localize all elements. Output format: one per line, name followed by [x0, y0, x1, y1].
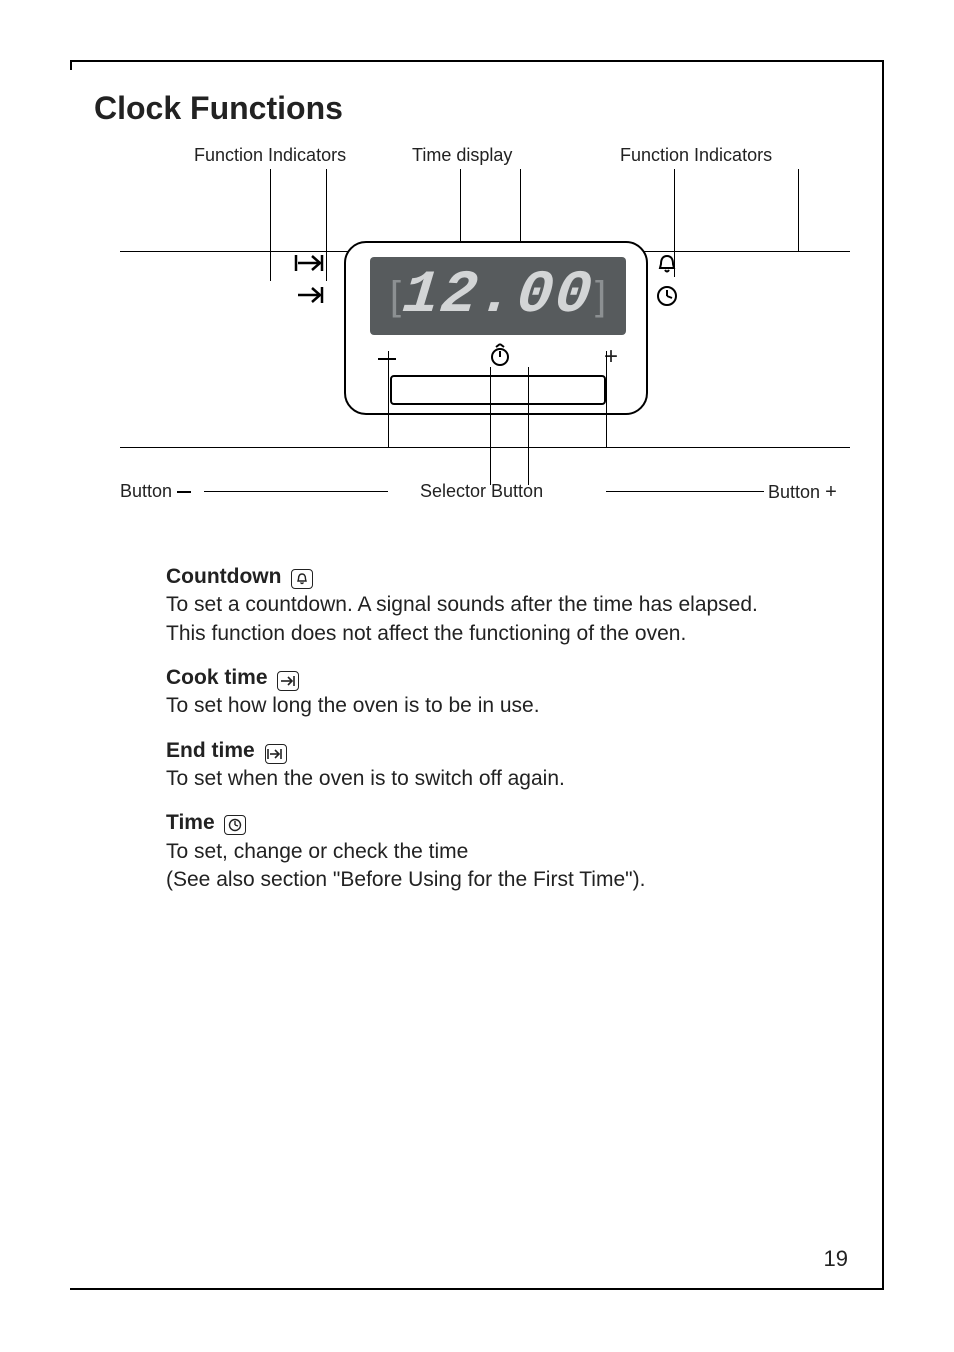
- clock-diagram: Function Indicators Time display Functio…: [120, 145, 850, 545]
- panel-button-row: +: [370, 343, 626, 371]
- label-function-indicators-left: Function Indicators: [194, 145, 346, 166]
- functions-description: Countdown To set a countdown. A signal s…: [166, 563, 856, 894]
- label-time-display: Time display: [412, 145, 512, 166]
- leader-line: [606, 351, 607, 447]
- bell-icon: [656, 253, 678, 281]
- time-heading: Time: [166, 811, 215, 834]
- time-text-2: (See also section "Before Using for the …: [166, 868, 645, 891]
- time-text-1: To set, change or check the time: [166, 840, 468, 863]
- lcd-time-value: 12.00: [399, 262, 596, 330]
- leader-line: [490, 367, 491, 485]
- cooktime-text: To set how long the oven is to be in use…: [166, 694, 540, 717]
- countdown-text-2: This function does not affect the functi…: [166, 622, 686, 645]
- cook-time-icon: [277, 671, 299, 691]
- leader-line: [528, 367, 529, 485]
- selector-button-icon: [489, 342, 511, 373]
- endtime-text: To set when the oven is to switch off ag…: [166, 767, 565, 790]
- label-selector-button: Selector Button: [420, 481, 543, 502]
- page-frame: Clock Functions Function Indicators Time…: [70, 60, 884, 1290]
- leader-line: [388, 351, 389, 447]
- left-function-indicators: [296, 253, 326, 311]
- leader-line: [798, 169, 799, 251]
- endtime-heading: End time: [166, 739, 255, 762]
- end-time-icon: [265, 744, 287, 764]
- label-function-indicators-right: Function Indicators: [620, 145, 772, 166]
- manual-page: Clock Functions Function Indicators Time…: [0, 0, 954, 1352]
- page-title: Clock Functions: [94, 90, 848, 127]
- time-icon: [656, 285, 678, 313]
- bell-icon: [291, 569, 313, 589]
- lcd-right-bracket: ]: [593, 274, 608, 319]
- leader-line: [204, 491, 388, 492]
- page-number: 19: [824, 1246, 848, 1272]
- time-section: Time To set, change or check the time (S…: [166, 809, 856, 894]
- clock-panel: [ 12.00 ] +: [344, 241, 648, 415]
- minus-button-icon: [378, 342, 396, 373]
- label-button-plus: Button +: [768, 481, 837, 504]
- countdown-heading: Countdown: [166, 565, 281, 588]
- leader-line: [326, 169, 327, 281]
- cook-time-icon: [296, 285, 326, 311]
- countdown-section: Countdown To set a countdown. A signal s…: [166, 563, 856, 648]
- time-icon: [224, 815, 246, 835]
- countdown-text-1: To set a countdown. A signal sounds afte…: [166, 593, 758, 616]
- right-function-indicators: [656, 253, 678, 313]
- endtime-section: End time To set when the oven is to swit…: [166, 737, 856, 794]
- leader-line: [270, 169, 271, 281]
- diagram-bottom-rule: [120, 447, 850, 448]
- end-time-icon: [296, 253, 326, 279]
- lcd-display: [ 12.00 ]: [370, 257, 626, 335]
- leader-line: [606, 491, 764, 492]
- cooktime-heading: Cook time: [166, 666, 268, 689]
- cooktime-section: Cook time To set how long the oven is to…: [166, 664, 856, 721]
- panel-blank-area: [390, 375, 606, 405]
- label-button-minus: Button: [120, 481, 191, 502]
